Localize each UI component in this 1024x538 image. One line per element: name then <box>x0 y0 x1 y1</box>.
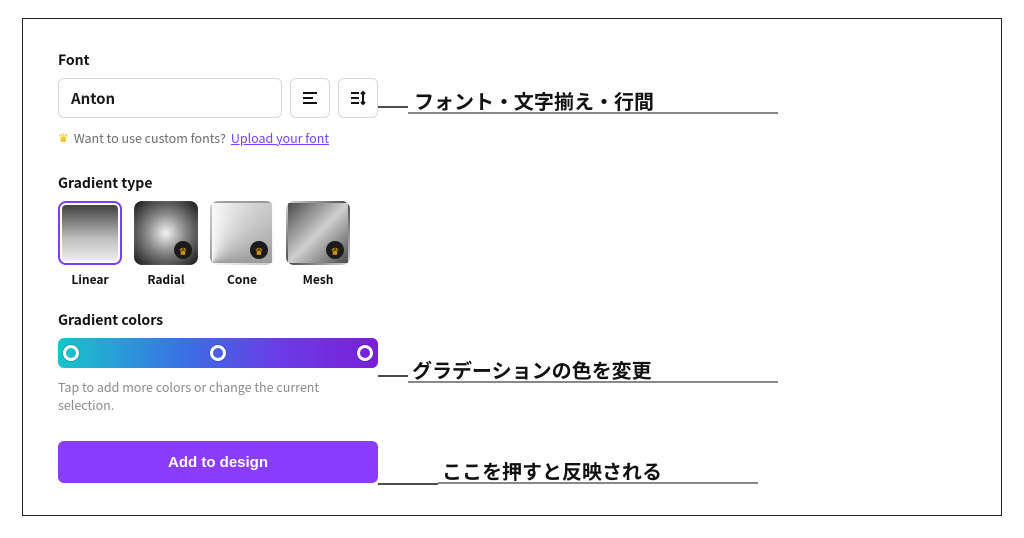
annotation-underline <box>408 381 778 383</box>
gradient-type-label-text: Radial <box>147 271 184 288</box>
gradient-type-label: Gradient type <box>58 173 378 193</box>
font-section-label: Font <box>58 50 378 70</box>
gradient-stop-1[interactable] <box>63 345 79 361</box>
crown-icon: ♛ <box>58 129 69 146</box>
annotation-colors: グラデーションの色を変更 <box>412 355 652 384</box>
annotation-line <box>378 105 408 109</box>
gradient-type-mesh[interactable]: ♛ Mesh <box>286 201 350 288</box>
annotation-underline <box>408 112 778 114</box>
custom-font-text: Want to use custom fonts? <box>74 128 226 147</box>
gradient-hint: Tap to add more colors or change the cur… <box>58 378 378 413</box>
align-left-icon <box>301 89 319 107</box>
upload-font-link[interactable]: Upload your font <box>231 128 329 147</box>
add-to-design-button[interactable]: Add to design <box>58 441 378 483</box>
line-height-button[interactable] <box>338 78 378 118</box>
line-height-icon <box>349 89 367 107</box>
text-align-button[interactable] <box>290 78 330 118</box>
custom-font-row: ♛ Want to use custom fonts? Upload your … <box>58 128 378 147</box>
gradient-preview-mesh: ♛ <box>286 201 350 265</box>
annotation-line <box>378 374 408 378</box>
font-controls-row: Anton <box>58 78 378 118</box>
annotation-underline <box>438 482 758 484</box>
annotation-font: フォント・文字揃え・行間 <box>414 86 654 115</box>
gradient-preview-linear <box>58 201 122 265</box>
gradient-colors-section: Gradient colors Tap to add more colors o… <box>58 310 378 413</box>
gradient-type-label-text: Linear <box>71 271 108 288</box>
gradient-type-linear[interactable]: Linear <box>58 201 122 288</box>
font-selected-name: Anton <box>71 88 115 109</box>
gradient-type-cone[interactable]: ♛ Cone <box>210 201 274 288</box>
annotation-apply: ここを押すと反映される <box>442 456 662 485</box>
annotation-line <box>378 482 438 486</box>
gradient-panel: Font Anton ♛ Want to use custom font <box>58 50 378 483</box>
gradient-type-label-text: Mesh <box>303 271 334 288</box>
gradient-preview-cone: ♛ <box>210 201 274 265</box>
font-dropdown[interactable]: Anton <box>58 78 282 118</box>
gradient-type-label-text: Cone <box>227 271 257 288</box>
crown-icon: ♛ <box>174 241 192 259</box>
crown-icon: ♛ <box>326 241 344 259</box>
gradient-stop-2[interactable] <box>210 345 226 361</box>
gradient-preview-radial: ♛ <box>134 201 198 265</box>
gradient-type-list: Linear ♛ Radial ♛ Cone ♛ Mesh <box>58 201 378 288</box>
gradient-color-strip[interactable] <box>58 338 378 368</box>
gradient-stop-3[interactable] <box>357 345 373 361</box>
gradient-colors-label: Gradient colors <box>58 310 378 330</box>
crown-icon: ♛ <box>250 241 268 259</box>
gradient-type-radial[interactable]: ♛ Radial <box>134 201 198 288</box>
